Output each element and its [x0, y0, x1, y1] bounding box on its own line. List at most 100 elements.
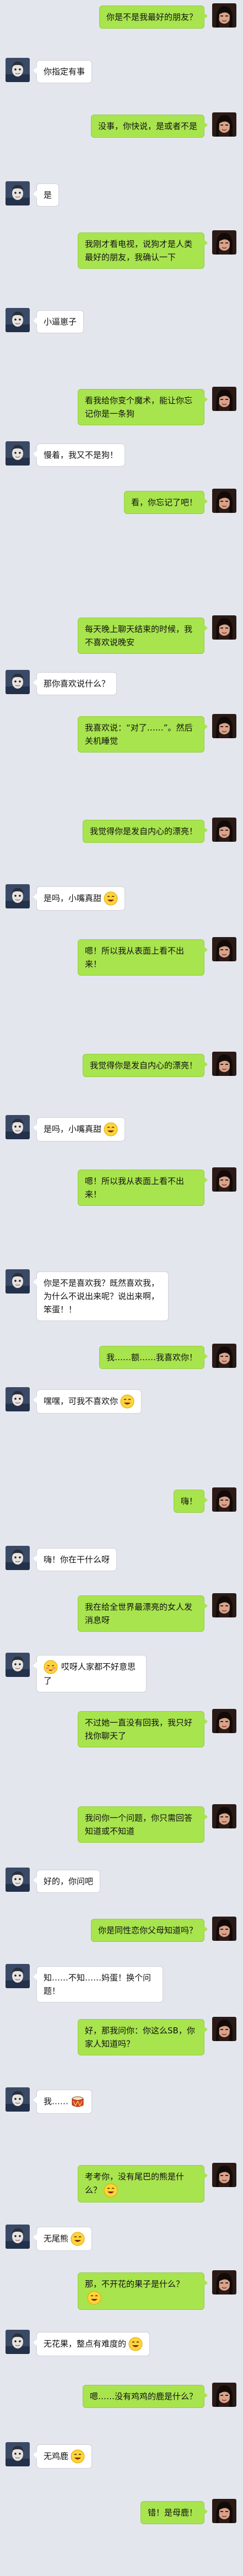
sent-message-bubble[interactable]: 嗨！	[173, 1490, 208, 1513]
my-avatar[interactable]	[212, 937, 236, 961]
friend-avatar[interactable]	[6, 441, 30, 466]
received-message-bubble[interactable]: 小逼崽子	[33, 310, 84, 333]
friend-avatar[interactable]	[6, 1387, 30, 1411]
sent-message-bubble[interactable]: 我觉得你是发自内心的漂亮！	[82, 820, 208, 843]
friend-avatar[interactable]	[6, 308, 30, 332]
my-avatar[interactable]	[212, 1344, 236, 1368]
message-text: 那，不开花的果子是什么？	[85, 2279, 185, 2289]
sent-message-bubble[interactable]: 你是同性恋你父母知道吗？	[90, 1919, 208, 1942]
my-avatar[interactable]	[212, 2270, 236, 2294]
sent-message-bubble[interactable]: 不过她一直没有回我，我只好找你聊天了	[78, 1711, 208, 1747]
my-avatar[interactable]	[212, 1917, 236, 1941]
received-message-bubble[interactable]: 嘿嘿，可我不喜欢你	[33, 1389, 142, 1414]
my-avatar[interactable]	[212, 387, 236, 411]
my-avatar[interactable]	[212, 615, 236, 640]
received-message-bubble[interactable]: 知……不知……妈蛋！换个问题！	[33, 1966, 163, 2003]
message-text: 考考你，没有尾巴的熊是什么？	[85, 2172, 185, 2195]
sent-message-bubble[interactable]: 我喜欢说：“对了……”。然后关机睡觉	[78, 716, 208, 753]
received-message-bubble[interactable]: 哎呀人家都不好意思了	[33, 1655, 147, 1692]
friend-avatar[interactable]	[6, 1868, 30, 1892]
received-message-bubble[interactable]: 是吗，小嘴真甜	[33, 886, 126, 911]
received-message-bubble[interactable]: 无鸡鹿	[33, 2444, 93, 2469]
received-message-bubble[interactable]: 我……	[33, 2090, 93, 2114]
sent-message-bubble[interactable]: 嗯！所以我从表面上看不出来！	[78, 939, 208, 976]
my-avatar[interactable]	[212, 112, 236, 137]
received-message-bubble[interactable]: 慢着，我又不是狗！	[33, 443, 126, 467]
my-avatar[interactable]	[212, 1167, 236, 1192]
message-text: 我在给全世界最漂亮的女人发消息呀	[85, 1602, 193, 1625]
received-message-bubble[interactable]: 是吗，小嘴真甜	[33, 1117, 126, 1141]
friend-avatar[interactable]	[6, 58, 30, 82]
my-avatar[interactable]	[212, 3, 236, 28]
message-text: 我……	[44, 2096, 69, 2107]
received-message-bubble[interactable]: 是	[33, 183, 60, 207]
friend-avatar[interactable]	[6, 670, 30, 694]
friend-avatar[interactable]	[6, 2225, 30, 2249]
sent-message-bubble[interactable]: 我……额……我喜欢你！	[99, 1346, 208, 1369]
sent-message-bubble[interactable]: 好，那我问你：你这么SB，你家人知道吗？	[78, 2019, 208, 2055]
friend-avatar[interactable]	[6, 181, 30, 205]
my-avatar[interactable]	[212, 2017, 236, 2041]
received-message-bubble[interactable]: 你是不是喜欢我？既然喜欢我，为什么不说出来呢？说出来啊，笨蛋！！	[33, 1271, 169, 1321]
my-avatar[interactable]	[212, 1593, 236, 1617]
message-text: 每天晚上聊天结束的时候，我不喜欢说晚安	[85, 624, 193, 647]
friend-avatar[interactable]	[6, 1115, 30, 1139]
my-avatar[interactable]	[212, 1709, 236, 1733]
sent-message-bubble[interactable]: 嗯！所以我从表面上看不出来！	[78, 1170, 208, 1206]
message-text: 无花果，整点有难度的	[44, 2339, 127, 2349]
my-avatar[interactable]	[212, 1487, 236, 1512]
sent-message-bubble[interactable]: 你是不是我最好的朋友？	[99, 6, 208, 29]
sent-message-bubble[interactable]: 错！是母鹿！	[140, 2501, 208, 2524]
my-avatar[interactable]	[212, 489, 236, 513]
sent-message-bubble[interactable]: 我在给全世界最漂亮的女人发消息呀	[78, 1595, 208, 1632]
message-text: 慢着，我又不是狗！	[44, 450, 118, 460]
friend-avatar[interactable]	[6, 2330, 30, 2354]
message-text: 没事，你快说，是或者不是	[98, 121, 197, 131]
sent-message-bubble[interactable]: 看我给你变个魔术，能让你忘记你是一条狗	[78, 389, 208, 425]
sent-message-bubble[interactable]: 我刚才看电视，说狗才是人类最好的朋友，我确认一下	[78, 232, 208, 269]
my-avatar[interactable]	[212, 2163, 236, 2187]
message-text: 我喜欢说：“对了……”。然后关机睡觉	[85, 723, 193, 746]
sent-message-bubble[interactable]: 那，不开花的果子是什么？	[78, 2272, 208, 2310]
message-text: 看我给你变个魔术，能让你忘记你是一条狗	[85, 396, 193, 419]
received-message-bubble[interactable]: 那你喜欢说什么？	[33, 672, 117, 695]
my-avatar[interactable]	[212, 1804, 236, 1828]
chat-conversation: 你是不是我最好的朋友？ 你指定有事 没事，你快说，是或者不是 是 我刚才看电视，…	[0, 0, 243, 2576]
grin-emoji-icon	[71, 2449, 85, 2464]
friend-avatar[interactable]	[6, 1964, 30, 1988]
my-avatar[interactable]	[212, 2499, 236, 2523]
sent-message-bubble[interactable]: 我觉得你是发自内心的漂亮！	[82, 1054, 208, 1077]
message-text: 是	[44, 190, 52, 200]
message-text: 是吗，小嘴真甜	[44, 1124, 102, 1134]
received-message-bubble[interactable]: 无尾熊	[33, 2227, 93, 2251]
friend-avatar[interactable]	[6, 1653, 30, 1677]
friend-avatar[interactable]	[6, 2087, 30, 2112]
message-text: 我……额……我喜欢你！	[106, 1352, 197, 1362]
message-text: 你是不是喜欢我？既然喜欢我，为什么不说出来呢？说出来啊，笨蛋！！	[44, 1278, 160, 1314]
sent-message-bubble[interactable]: 嗯……没有鸡鸡的鹿是什么？	[82, 2385, 208, 2408]
sent-message-bubble[interactable]: 看，你忘记了吧！	[123, 491, 208, 514]
friend-avatar[interactable]	[6, 884, 30, 908]
received-message-bubble[interactable]: 你指定有事	[33, 60, 93, 83]
my-avatar[interactable]	[212, 1052, 236, 1076]
received-message-bubble[interactable]: 好的，你问吧	[33, 1870, 101, 1893]
friend-avatar[interactable]	[6, 2442, 30, 2466]
sent-message-bubble[interactable]: 每天晚上聊天结束的时候，我不喜欢说晚安	[78, 618, 208, 654]
received-message-bubble[interactable]: 无花果，整点有难度的	[33, 2332, 150, 2356]
received-message-bubble[interactable]: 嗨！你在干什么呀	[33, 1548, 117, 1571]
grin-emoji-icon	[71, 2232, 85, 2246]
sent-message-bubble[interactable]: 没事，你快说，是或者不是	[90, 115, 208, 138]
sent-message-bubble[interactable]: 我问你一个问题，你只需回答知道或不知道	[78, 1806, 208, 1843]
message-text: 我觉得你是发自内心的漂亮！	[89, 1060, 197, 1070]
message-text: 嗯！所以我从表面上看不出来！	[85, 946, 185, 969]
my-avatar[interactable]	[212, 2383, 236, 2407]
my-avatar[interactable]	[212, 714, 236, 738]
my-avatar[interactable]	[212, 230, 236, 255]
friend-avatar[interactable]	[6, 1546, 30, 1570]
grin-emoji-icon	[128, 2337, 143, 2351]
message-text: 无尾熊	[44, 2233, 69, 2244]
message-text: 是吗，小嘴真甜	[44, 893, 102, 903]
sent-message-bubble[interactable]: 考考你，没有尾巴的熊是什么？	[78, 2165, 208, 2202]
friend-avatar[interactable]	[6, 1269, 30, 1294]
my-avatar[interactable]	[212, 818, 236, 842]
